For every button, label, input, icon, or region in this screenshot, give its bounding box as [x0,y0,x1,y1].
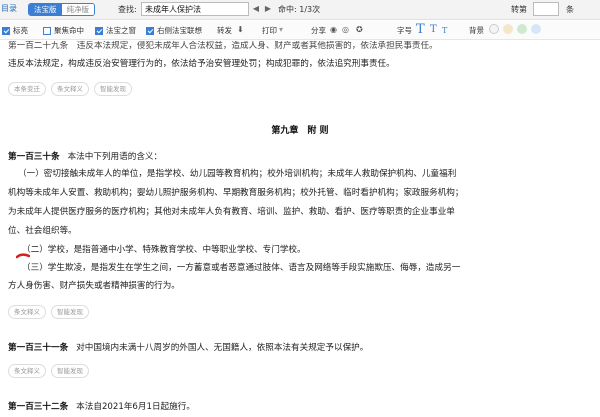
goto-unit: 条 [566,5,574,14]
article-number: 第一百三十条 [8,152,60,162]
share-button[interactable]: 分享 [311,25,326,36]
hit-count: 命中: 1/3次 [278,5,321,14]
highlight-checkbox[interactable]: 标亮 [2,25,28,36]
bg-yellow-swatch[interactable] [503,24,513,34]
find-prev-icon[interactable]: ◀ [251,2,261,16]
checkbox-unchecked-icon [43,26,51,35]
background-label: 背景 [469,26,484,35]
red-annotation-mark [16,253,30,259]
article-number: 第一百三十二条 [8,402,69,412]
tag-smart-discovery[interactable]: 智能发现 [51,305,89,319]
find-label: 查找: [118,5,137,14]
font-medium-icon[interactable]: T [430,24,437,35]
focus-hit-label: 聚焦命中 [54,26,84,35]
law-content: 第一百二十九条 违反本法规定，侵犯未成年人合法权益，造成人身、财产或者其他损害的… [0,41,600,417]
tag-interpretation[interactable]: 条文释义 [8,305,46,319]
article-129-line1: 第一百二十九条 违反本法规定，侵犯未成年人合法权益，造成人身、财产或者其他损害的… [8,41,438,51]
article-number: 第一百三十一条 [8,343,69,353]
article-130-item1-line2: 机构等未成年人安置、救助机构；婴幼儿照护服务机构、早期教育服务机构；校外托管、临… [8,188,464,198]
font-increase-icon[interactable]: T [416,22,425,37]
bg-green-swatch[interactable] [517,24,527,34]
goto-label: 转第 [511,5,527,14]
options-toolbar: 标亮 聚焦命中 法宝之窗 右侧法宝联想 转发 ⬇ 打印 ▾ 分享 ◉ ◎ ✪ 字… [0,21,600,40]
article-130-tags: 条文释义 智能发现 [8,305,89,319]
font-decrease-icon[interactable]: T [442,26,447,35]
fabao-window-label: 法宝之窗 [106,26,136,35]
goto-article-input[interactable] [533,2,559,16]
print-button[interactable]: 打印 [262,25,277,36]
article-130-item2: （二）学校，是指普通中小学、特殊教育学校、中等职业学校、专门学校。 [22,245,306,255]
bg-gray-swatch[interactable] [489,24,499,34]
bg-blue-swatch[interactable] [531,24,541,34]
focus-hit-checkbox[interactable]: 聚焦命中 [43,25,84,36]
tag-interpretation[interactable]: 条文释义 [51,82,89,96]
find-next-icon[interactable]: ▶ [263,2,273,16]
catalog-button[interactable]: 目录 [1,3,17,14]
right-fabao-checkbox[interactable]: 右侧法宝联想 [146,25,202,36]
article-129-line2: 违反本法规定，构成违反治安管理行为的，依法给予治安管理处罚；构成犯罪的，依法追究… [8,59,395,69]
chapter-title: 第九章 附 则 [271,126,329,136]
print-dropdown-icon[interactable]: ▾ [279,25,283,34]
tag-smart-discovery[interactable]: 智能发现 [51,364,89,378]
checkbox-checked-icon [2,26,10,35]
tag-interpretation[interactable]: 条文释义 [8,364,46,378]
qzone-icon[interactable]: ✪ [356,25,363,34]
article-130-item1-line4: 位、社会组织等。 [8,226,77,236]
article-130-head: 第一百三十条 本法中下列用语的含义： [8,149,592,166]
view-mode-plain[interactable]: 纯净版 [61,4,94,15]
checkbox-checked-icon [95,26,103,35]
weibo-icon[interactable]: ◎ [342,25,349,34]
view-mode-fabao[interactable]: 法宝版 [29,4,62,15]
article-131-tags: 条文释义 智能发现 [8,364,89,378]
article-text: 对中国境内未满十八周岁的外国人、无国籍人，依照本法有关规定予以保护。 [76,343,369,353]
article-132: 第一百三十二条 本法自2021年6月1日起施行。 [8,399,592,416]
article-text: 本法中下列用语的含义： [67,152,163,162]
article-129-tags: 本条变迁 条文释义 智能发现 [8,82,132,96]
article-text: 本法自2021年6月1日起施行。 [76,402,195,412]
fontsize-label: 字号 [397,26,412,35]
fabao-window-checkbox[interactable]: 法宝之窗 [95,25,136,36]
article-130-item1-line3: 为未成年人提供医疗服务的医疗机构；其他对未成年人负有教育、培训、监护、救助、看护… [8,207,455,217]
article-130-item3-line1: （三）学生欺凌，是指发生在学生之间，一方蓄意或者恶意通过肢体、语言及网络等手段实… [22,263,461,273]
view-mode-toggle[interactable]: 法宝版 纯净版 [28,3,95,16]
highlight-label: 标亮 [13,26,28,35]
find-input[interactable] [141,2,249,16]
article-131: 第一百三十一条 对中国境内未满十八周岁的外国人、无国籍人，依照本法有关规定予以保护… [8,340,592,357]
tag-smart-discovery[interactable]: 智能发现 [94,82,132,96]
article-130-item1-line1: （一）密切接触未成年人的单位，是指学校、幼儿园等教育机构；校外培训机构；未成年人… [18,169,457,179]
top-toolbar: 目录 法宝版 纯净版 查找: ◀ ▶ 命中: 1/3次 转第 条 [0,0,600,20]
article-130-item3-line2: 方人身伤害、财产损失或者精神损害的行为。 [8,281,180,291]
forward-button[interactable]: 转发 [217,25,232,36]
wechat-icon[interactable]: ◉ [330,25,337,34]
tag-history[interactable]: 本条变迁 [8,82,46,96]
right-fabao-label: 右侧法宝联想 [157,26,202,35]
checkbox-checked-icon [146,26,154,35]
download-icon[interactable]: ⬇ [237,25,244,34]
